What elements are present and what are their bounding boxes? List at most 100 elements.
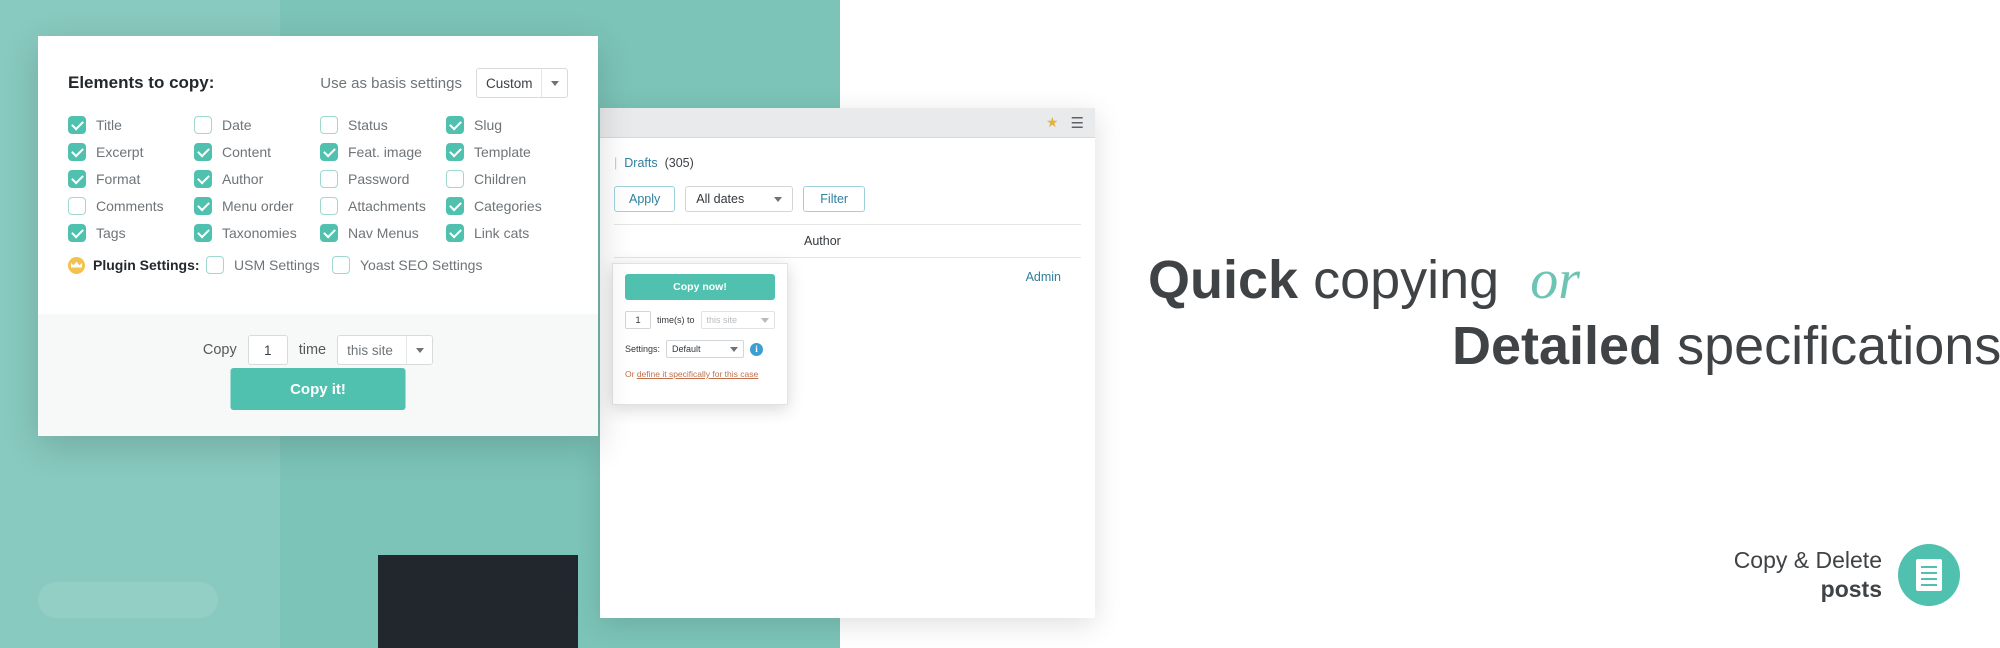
- checkbox-box[interactable]: [446, 197, 464, 215]
- checkbox-box[interactable]: [320, 170, 338, 188]
- checkbox-box[interactable]: [68, 170, 86, 188]
- checkbox-menu-order[interactable]: Menu order: [194, 197, 320, 215]
- checkbox-box[interactable]: [320, 197, 338, 215]
- filter-button[interactable]: Filter: [803, 186, 866, 212]
- checkbox-comments[interactable]: Comments: [68, 197, 194, 215]
- note-link[interactable]: define it specifically for this case: [637, 369, 758, 379]
- wp-titlebar: ★ ☰: [600, 108, 1095, 138]
- info-icon[interactable]: i: [750, 342, 764, 356]
- checkbox-children[interactable]: Children: [446, 170, 572, 188]
- star-icon[interactable]: ★: [1046, 114, 1059, 131]
- checkbox-format[interactable]: Format: [68, 170, 194, 188]
- checkbox-link-cats[interactable]: Link cats: [446, 224, 572, 242]
- note-prefix: Or: [625, 369, 637, 379]
- checkbox-box[interactable]: [446, 143, 464, 161]
- checkbox-password[interactable]: Password: [320, 170, 446, 188]
- copy-it-button[interactable]: Copy it!: [230, 368, 406, 410]
- checkbox-tags[interactable]: Tags: [68, 224, 194, 242]
- checkbox-box[interactable]: [194, 170, 212, 188]
- checkbox-label: Status: [348, 117, 388, 133]
- checkbox-box[interactable]: [320, 143, 338, 161]
- checkbox-label: USM Settings: [234, 257, 320, 273]
- copy-settings-select[interactable]: Default: [666, 340, 745, 358]
- copy-settings-panel: Elements to copy: Use as basis settings …: [38, 36, 598, 436]
- checkbox-label: Link cats: [474, 225, 530, 241]
- checkbox-box[interactable]: [194, 197, 212, 215]
- document-icon: [1916, 559, 1942, 591]
- checkbox-box[interactable]: [320, 224, 338, 242]
- checkbox-box[interactable]: [446, 116, 464, 134]
- checkbox-label: Password: [348, 171, 410, 187]
- copy-count-line: Copy 1 time this site: [38, 314, 598, 365]
- column-header-author: Author: [804, 234, 841, 248]
- badge-line-2: posts: [1820, 576, 1882, 602]
- page-title: Elements to copy:: [68, 73, 215, 92]
- chevron-down-icon: [761, 317, 769, 323]
- checkbox-box[interactable]: [68, 116, 86, 134]
- row-author[interactable]: Admin: [1026, 270, 1081, 284]
- checkbox-box[interactable]: [68, 224, 86, 242]
- target-site-select[interactable]: this site: [337, 335, 434, 365]
- checkbox-yoast-seo-settings[interactable]: Yoast SEO Settings: [332, 256, 482, 274]
- checkbox-author[interactable]: Author: [194, 170, 320, 188]
- copy-times-label: time(s) to: [657, 315, 695, 325]
- time-word-label: time: [298, 342, 327, 358]
- drafts-link[interactable]: Drafts: [624, 156, 657, 170]
- copy-count-input[interactable]: 1: [625, 311, 651, 329]
- checkbox-box[interactable]: [206, 256, 224, 274]
- badge-circle: [1898, 544, 1960, 606]
- checkbox-box[interactable]: [194, 224, 212, 242]
- checkbox-label: Date: [222, 117, 252, 133]
- copy-settings-row: Settings: Default i: [625, 340, 775, 358]
- copy-target-value: this site: [706, 315, 738, 325]
- apply-button[interactable]: Apply: [614, 186, 676, 212]
- copy-count-row: 1 time(s) to this site: [625, 311, 775, 329]
- headline-specifications: specifications: [1677, 316, 2000, 376]
- plugin-settings-label: Plugin Settings:: [93, 257, 200, 273]
- checkbox-nav-menus[interactable]: Nav Menus: [320, 224, 446, 242]
- checkbox-label: Title: [96, 117, 122, 133]
- checkbox-box[interactable]: [68, 143, 86, 161]
- chevron-down-icon: [406, 336, 432, 364]
- badge-line-1: Copy & Delete: [1733, 546, 1882, 573]
- chevron-down-icon: [774, 196, 783, 202]
- checkbox-slug[interactable]: Slug: [446, 116, 572, 134]
- decorative-pill: [38, 582, 218, 618]
- checkbox-excerpt[interactable]: Excerpt: [68, 143, 194, 161]
- checkbox-content[interactable]: Content: [194, 143, 320, 161]
- panel-header: Elements to copy: Use as basis settings …: [38, 36, 598, 98]
- checkbox-categories[interactable]: Categories: [446, 197, 572, 215]
- checkbox-label: Comments: [96, 198, 164, 214]
- checkbox-box[interactable]: [332, 256, 350, 274]
- checkbox-taxonomies[interactable]: Taxonomies: [194, 224, 320, 242]
- checkbox-title[interactable]: Title: [68, 116, 194, 134]
- checkbox-date[interactable]: Date: [194, 116, 320, 134]
- checkbox-feat-image[interactable]: Feat. image: [320, 143, 446, 161]
- wp-filter-bar: Apply All dates Filter: [614, 180, 1081, 224]
- checkbox-box[interactable]: [68, 197, 86, 215]
- product-badge: Copy & Delete posts: [1734, 544, 1960, 606]
- checkbox-usm-settings[interactable]: USM Settings: [206, 256, 332, 274]
- checkbox-box[interactable]: [194, 143, 212, 161]
- headline-detailed: Detailed: [1452, 316, 1663, 376]
- headline-copying: copying: [1313, 250, 1500, 310]
- checkbox-label: Template: [474, 144, 531, 160]
- checkbox-label: Yoast SEO Settings: [360, 257, 483, 273]
- panel-footer: Copy 1 time this site Copy it!: [38, 314, 598, 436]
- basis-settings-select[interactable]: Custom: [476, 68, 568, 98]
- copy-count-input[interactable]: 1: [247, 335, 288, 365]
- checkbox-label: Taxonomies: [222, 225, 297, 241]
- dates-filter-select[interactable]: All dates: [685, 186, 794, 212]
- checkbox-box[interactable]: [320, 116, 338, 134]
- hamburger-icon[interactable]: ☰: [1071, 114, 1085, 132]
- checkbox-box[interactable]: [194, 116, 212, 134]
- checkbox-template[interactable]: Template: [446, 143, 572, 161]
- checkbox-attachments[interactable]: Attachments: [320, 197, 446, 215]
- checkbox-label: Attachments: [348, 198, 426, 214]
- copy-target-select[interactable]: this site: [700, 311, 775, 329]
- checkbox-box[interactable]: [446, 224, 464, 242]
- checkbox-status[interactable]: Status: [320, 116, 446, 134]
- checkbox-label: Excerpt: [96, 144, 144, 160]
- checkbox-box[interactable]: [446, 170, 464, 188]
- copy-now-button[interactable]: Copy now!: [625, 274, 775, 300]
